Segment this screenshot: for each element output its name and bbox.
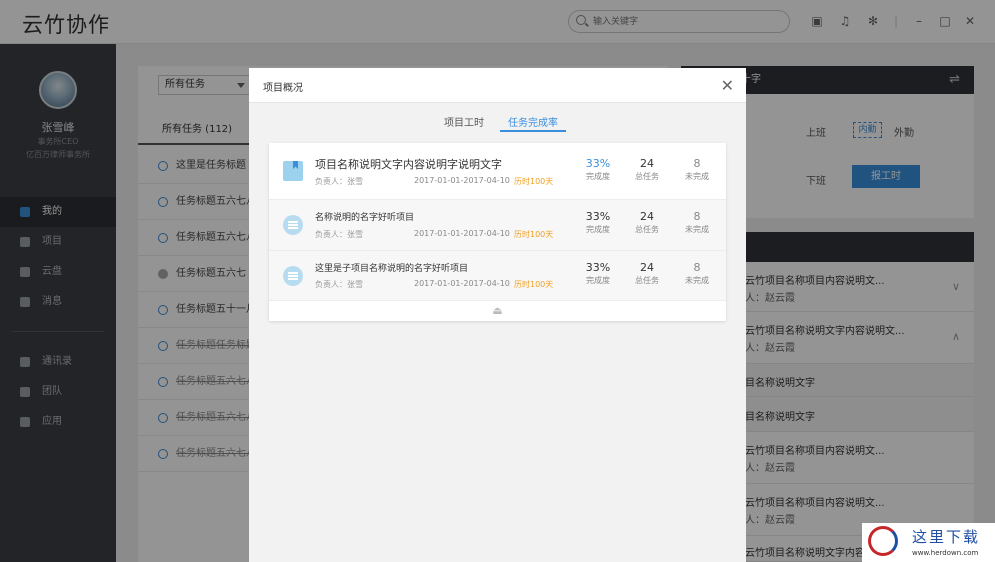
tab-task-completion[interactable]: 任务完成率 (500, 114, 566, 132)
pending-tasks-value: 8 (693, 261, 701, 274)
total-tasks-value: 24 (640, 157, 654, 170)
completion-stat: 33% 完成度 (573, 157, 623, 182)
pending-tasks-label: 未完成 (685, 172, 709, 181)
total-tasks-stat: 24 总任务 (622, 210, 672, 235)
total-tasks-value: 24 (640, 210, 654, 223)
total-tasks-label: 总任务 (635, 276, 659, 285)
close-icon[interactable]: ✕ (721, 76, 734, 95)
completion-label: 完成度 (586, 225, 610, 234)
subproject-row[interactable]: 这里是子项目名称说明的名字好听项目 负责人：张雪 2017-01-01-2017… (269, 251, 726, 301)
modal-tabs: 项目工时 任务完成率 (249, 103, 746, 133)
project-row[interactable]: 项目名称说明文字内容说明字说明文字 负责人：张雪 2017-01-01-2017… (269, 143, 726, 200)
pending-tasks-stat: 8 未完成 (672, 157, 722, 182)
total-tasks-label: 总任务 (635, 225, 659, 234)
project-duration: 历时100天 (514, 177, 554, 186)
list-icon (283, 266, 303, 286)
total-tasks-stat: 24 总任务 (622, 261, 672, 286)
project-name: 名称说明的名字好听项目 (315, 213, 415, 223)
project-owner: 负责人：张雪 (315, 280, 363, 289)
list-icon (283, 215, 303, 235)
project-name: 这里是子项目名称说明的名字好听项目 (315, 264, 469, 274)
pending-tasks-value: 8 (693, 210, 701, 223)
completion-label: 完成度 (586, 172, 610, 181)
pending-tasks-value: 8 (693, 157, 701, 170)
project-dates: 2017-01-01-2017-04-10 (414, 279, 510, 288)
project-dates: 2017-01-01-2017-04-10 (414, 229, 510, 238)
pending-tasks-label: 未完成 (685, 225, 709, 234)
project-overview-modal: 项目概况 ✕ 项目工时 任务完成率 项目名称说明文字内容说明字说明文字 负责人：… (249, 68, 746, 562)
watermark: 这里下载 www.herdown.com (862, 523, 995, 562)
project-duration: 历时100天 (514, 230, 554, 239)
completion-stat: 33% 完成度 (573, 261, 623, 286)
subproject-row[interactable]: 名称说明的名字好听项目 负责人：张雪 2017-01-01-2017-04-10… (269, 200, 726, 251)
watermark-url: www.herdown.com (912, 549, 979, 557)
book-icon (283, 161, 303, 181)
completion-value: 33% (585, 261, 611, 274)
completion-value: 33% (585, 157, 611, 170)
completion-stat: 33% 完成度 (573, 210, 623, 235)
project-owner: 负责人：张雪 (315, 230, 363, 239)
total-tasks-stat: 24 总任务 (622, 157, 672, 182)
collapse-icon[interactable]: ⏏ (269, 301, 726, 321)
project-owner: 负责人：张雪 (315, 177, 363, 186)
modal-header: 项目概况 ✕ (249, 68, 746, 103)
project-duration: 历时100天 (514, 280, 554, 289)
project-card: 项目名称说明文字内容说明字说明文字 负责人：张雪 2017-01-01-2017… (269, 143, 726, 321)
pending-tasks-stat: 8 未完成 (672, 210, 722, 235)
completion-label: 完成度 (586, 276, 610, 285)
modal-title: 项目概况 (263, 83, 303, 94)
total-tasks-label: 总任务 (635, 172, 659, 181)
tab-project-hours[interactable]: 项目工时 (444, 114, 484, 132)
project-name: 项目名称说明文字内容说明字说明文字 (315, 158, 502, 171)
project-dates: 2017-01-01-2017-04-10 (414, 176, 510, 185)
pending-tasks-label: 未完成 (685, 276, 709, 285)
total-tasks-value: 24 (640, 261, 654, 274)
pending-tasks-stat: 8 未完成 (672, 261, 722, 286)
watermark-logo-icon (868, 526, 898, 556)
watermark-text: 这里下载 (912, 528, 981, 546)
completion-value: 33% (585, 210, 611, 223)
